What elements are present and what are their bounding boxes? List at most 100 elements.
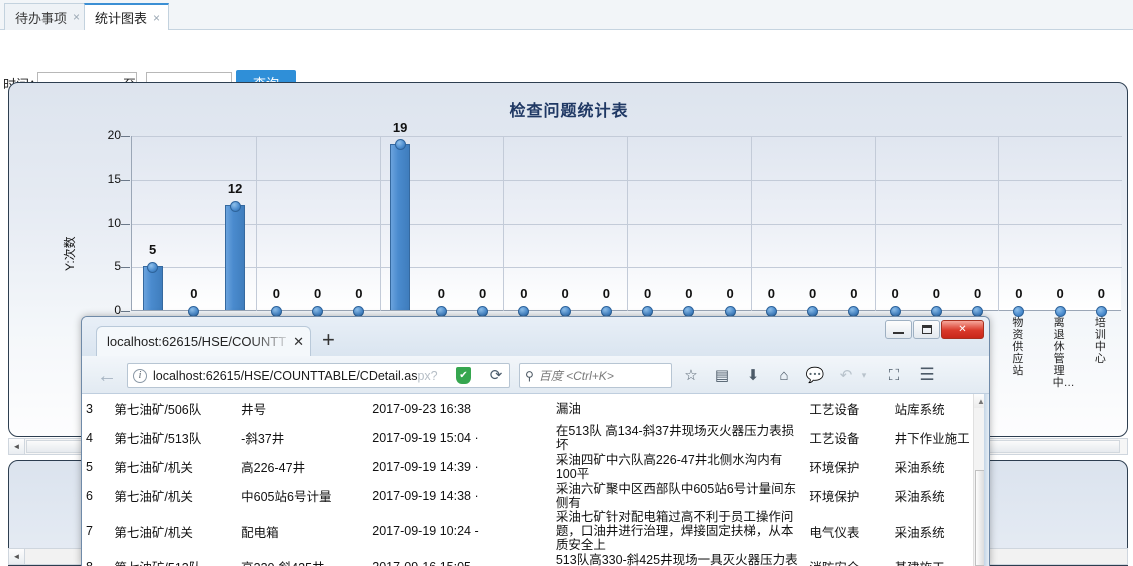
chart-data-point[interactable] [600,305,612,317]
back-icon[interactable]: ← [94,364,120,388]
table-row[interactable]: 8第七油矿/513队高330-斜425井2017-09-16 15:05 ·51… [82,552,989,566]
chat-bubble-icon[interactable]: 💬 [802,363,828,387]
cell-type: 工艺设备 [809,403,860,417]
cell-date: 2017-09-19 14:39 · [372,459,479,474]
scroll-left-arrow-icon[interactable]: ◄ [9,549,25,564]
cell-index: 8 [82,552,110,566]
new-tab-button[interactable]: + [322,329,335,351]
downloads-icon[interactable]: ⬇ [740,363,766,387]
chart-data-point[interactable] [435,305,447,317]
cell-organization: 第七油矿/机关 [114,490,193,504]
home-icon[interactable]: ⌂ [771,363,797,387]
description-text: 采油四矿中六队高226-47井北侧水沟内有100平 [555,452,783,481]
close-icon[interactable]: × [153,11,160,25]
reload-icon[interactable]: ⟳ [486,364,506,386]
chart-value-label: 0 [314,286,322,301]
chart-data-point[interactable] [724,305,736,317]
cell-description: 513队高330-斜425井现场一具灭火器压力表损 [552,552,806,566]
close-button[interactable]: ✕ [941,320,984,339]
chart-data-point[interactable] [394,139,406,151]
chart-data-point[interactable] [559,305,571,317]
chart-data-point[interactable] [188,305,200,317]
table-row[interactable]: 7 第七油矿/机关 配电箱 2017-09-19 10:24 - 采油七矿针对配电箱过高… [82,510,989,552]
y-axis-tick-mark [121,311,130,312]
table-row[interactable]: 3 第七油矿/506队 井号 2017-09-23 16:38 漏油 工艺设备 站库系统 [82,394,989,423]
cell-site: 高330-斜425井 [237,552,368,566]
address-bar[interactable]: i localhost:62615/HSE/COUNTTABLE/CDetail… [127,363,510,388]
chart-data-point[interactable] [848,305,860,317]
reading-list-icon[interactable]: ▤ [709,363,735,387]
cell-organization: 第七油矿/506队 [114,403,202,417]
y-axis-tick-mark [121,179,130,181]
scroll-left-arrow-icon[interactable]: ◄ [9,439,25,454]
chart-data-point[interactable] [477,305,489,317]
shield-icon[interactable]: ✔ [456,367,471,384]
menu-hamburger-icon[interactable]: ☰ [914,363,940,387]
chart-data-point[interactable] [642,305,654,317]
chart-value-label: 0 [602,286,610,301]
chart-value-label: 0 [272,286,280,301]
chart-data-point[interactable] [807,305,819,317]
browser-search-box[interactable]: ⚲ 百度 <Ctrl+K> [519,363,672,388]
gridline-vertical [998,136,1000,311]
chart-data-point[interactable] [312,305,324,317]
chevron-down-icon[interactable]: ▾ [857,363,871,387]
crop-icon[interactable]: ⛶ [881,363,907,387]
chart-value-label: 0 [190,286,198,301]
chart-data-point[interactable] [972,305,984,317]
y-axis-tick-mark [121,223,130,225]
table-row[interactable]: 5 第七油矿/机关 高226-47井 2017-09-19 14:39 · 采油四矿中六… [82,452,989,481]
description-text: 漏油 [555,401,581,416]
chart-value-label: 5 [149,242,157,258]
cell-description: 漏油 [552,394,806,423]
chart-data-point[interactable] [765,305,777,317]
table-row[interactable]: 6 第七油矿/机关 中605站6号计量 2017-09-19 14:38 · 采油六矿聚… [82,481,989,510]
chart-value-label: 0 [974,286,982,301]
chart-bar[interactable] [225,205,246,310]
chart-data-point[interactable] [683,305,695,317]
chart-data-point[interactable] [229,200,241,212]
chart-data-point[interactable] [889,305,901,317]
chart-data-point[interactable] [1095,305,1107,317]
browser-title-bar: localhost:62615/HSE/COUNTT ✕ + ✕ [82,317,989,356]
browser-tab[interactable]: localhost:62615/HSE/COUNTT ✕ [96,326,311,356]
cell-type: 环境保护 [809,490,860,504]
chart-data-point[interactable] [270,305,282,317]
maximize-button[interactable] [913,320,940,339]
chart-bar[interactable] [390,143,411,310]
bookmark-star-icon[interactable]: ☆ [678,363,704,387]
close-icon[interactable]: ✕ [293,334,304,350]
app-tab-todo[interactable]: 待办事项 × [4,3,90,30]
table-row[interactable]: 4 第七油矿/513队 -斜37井 2017-09-19 15:04 · 在513队 高… [82,423,989,452]
description-text: 513队高330-斜425井现场一具灭火器压力表损 [555,552,798,566]
y-axis-tick-label: 0 [114,303,121,317]
info-icon[interactable]: i [133,368,147,383]
browser-content: 3 第七油矿/506队 井号 2017-09-23 16:38 漏油 工艺设备 站库系统 4 第… [82,394,989,566]
cell-index: 6 [86,488,93,503]
chart-data-point[interactable] [518,305,530,317]
chart-data-point[interactable] [353,305,365,317]
chart-bar[interactable] [142,266,163,310]
minimize-icon [893,331,904,334]
undo-icon[interactable]: ↶ [833,363,859,387]
chart-data-point[interactable] [147,261,159,273]
cell-description: 采油六矿聚中区西部队中605站6号计量间东侧有 [552,481,806,510]
x-axis-tick-label: 离退休管理中… [1052,317,1075,389]
search-icon: ⚲ [525,368,534,383]
gridline-vertical [627,136,628,311]
y-axis-tick-label: 20 [107,128,121,142]
chart-value-label: 0 [520,286,528,301]
description-text: 采油六矿聚中区西部队中605站6号计量间东侧有 [555,481,797,510]
chart-data-point[interactable] [1054,305,1066,317]
cell-type: 电气仪表 [809,525,860,540]
chart-value-label: 0 [644,286,652,301]
chart-data-point[interactable] [1013,305,1025,317]
cell-site: -斜37井 [241,432,285,446]
chart-value-label: 0 [479,286,487,301]
chart-data-point[interactable] [930,305,942,317]
minimize-button[interactable] [885,320,912,339]
app-tab-charts[interactable]: 统计图表 × [84,3,170,30]
cell-date: 2017-09-19 10:24 - [372,524,479,538]
close-icon[interactable]: × [73,10,80,24]
chart-title: 检查问题统计表 [509,103,629,120]
